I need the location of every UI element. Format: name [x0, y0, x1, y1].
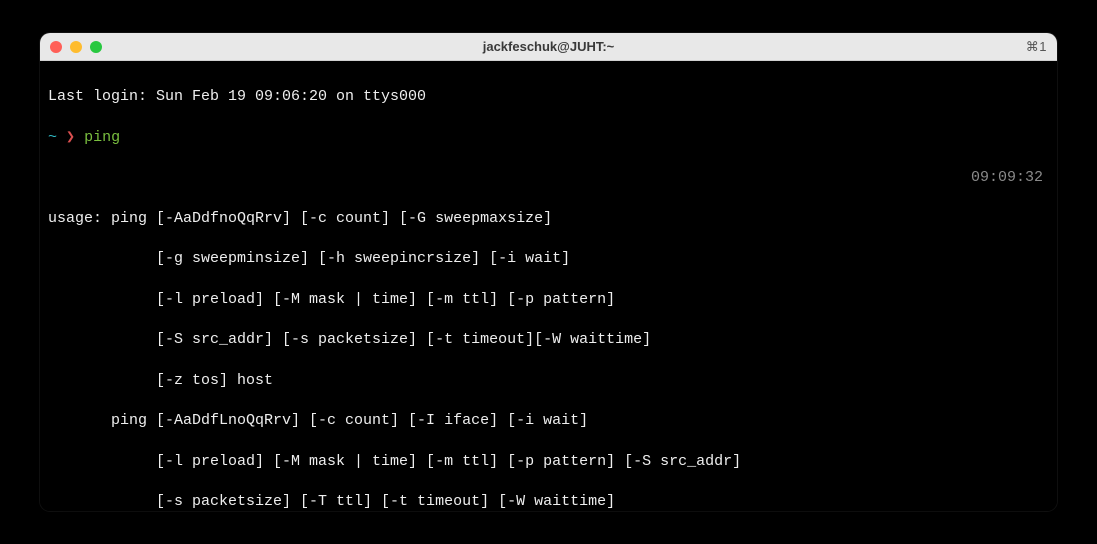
prompt-glyph: ❯ — [66, 129, 75, 146]
output-line: [-g sweepminsize] [-h sweepincrsize] [-i… — [48, 249, 1049, 269]
output-line: [-l preload] [-M mask | time] [-m ttl] [… — [48, 290, 1049, 310]
last-login-line: Last login: Sun Feb 19 09:06:20 on ttys0… — [48, 87, 1049, 107]
timestamp-1: 09:09:32 — [971, 168, 1043, 188]
prompt-path: ~ — [48, 129, 57, 146]
output-line: [-S src_addr] [-s packetsize] [-t timeou… — [48, 330, 1049, 350]
minimize-icon[interactable] — [70, 41, 82, 53]
output-line: [-z tos] host — [48, 371, 1049, 391]
output-line: usage: ping [-AaDdfnoQqRrv] [-c count] [… — [48, 209, 1049, 229]
window-indicator: ⌘1 — [1026, 39, 1047, 55]
titlebar[interactable]: jackfeschuk@JUHT:~ ⌘1 — [40, 33, 1057, 61]
window-title: jackfeschuk@JUHT:~ — [483, 39, 615, 54]
terminal-window: jackfeschuk@JUHT:~ ⌘1 Last login: Sun Fe… — [40, 33, 1057, 511]
maximize-icon[interactable] — [90, 41, 102, 53]
output-line: ping [-AaDdfLnoQqRrv] [-c count] [-I ifa… — [48, 411, 1049, 431]
prompt-line-1: ~ ❯ ping — [48, 128, 1049, 148]
output-line: [-s packetsize] [-T ttl] [-t timeout] [-… — [48, 492, 1049, 511]
output-line: [-l preload] [-M mask | time] [-m ttl] [… — [48, 452, 1049, 472]
command-text: ping — [84, 129, 120, 146]
terminal-body[interactable]: Last login: Sun Feb 19 09:06:20 on ttys0… — [40, 61, 1057, 511]
traffic-lights — [50, 41, 102, 53]
timestamp-line-1: 09:09:32 — [48, 168, 1049, 188]
close-icon[interactable] — [50, 41, 62, 53]
